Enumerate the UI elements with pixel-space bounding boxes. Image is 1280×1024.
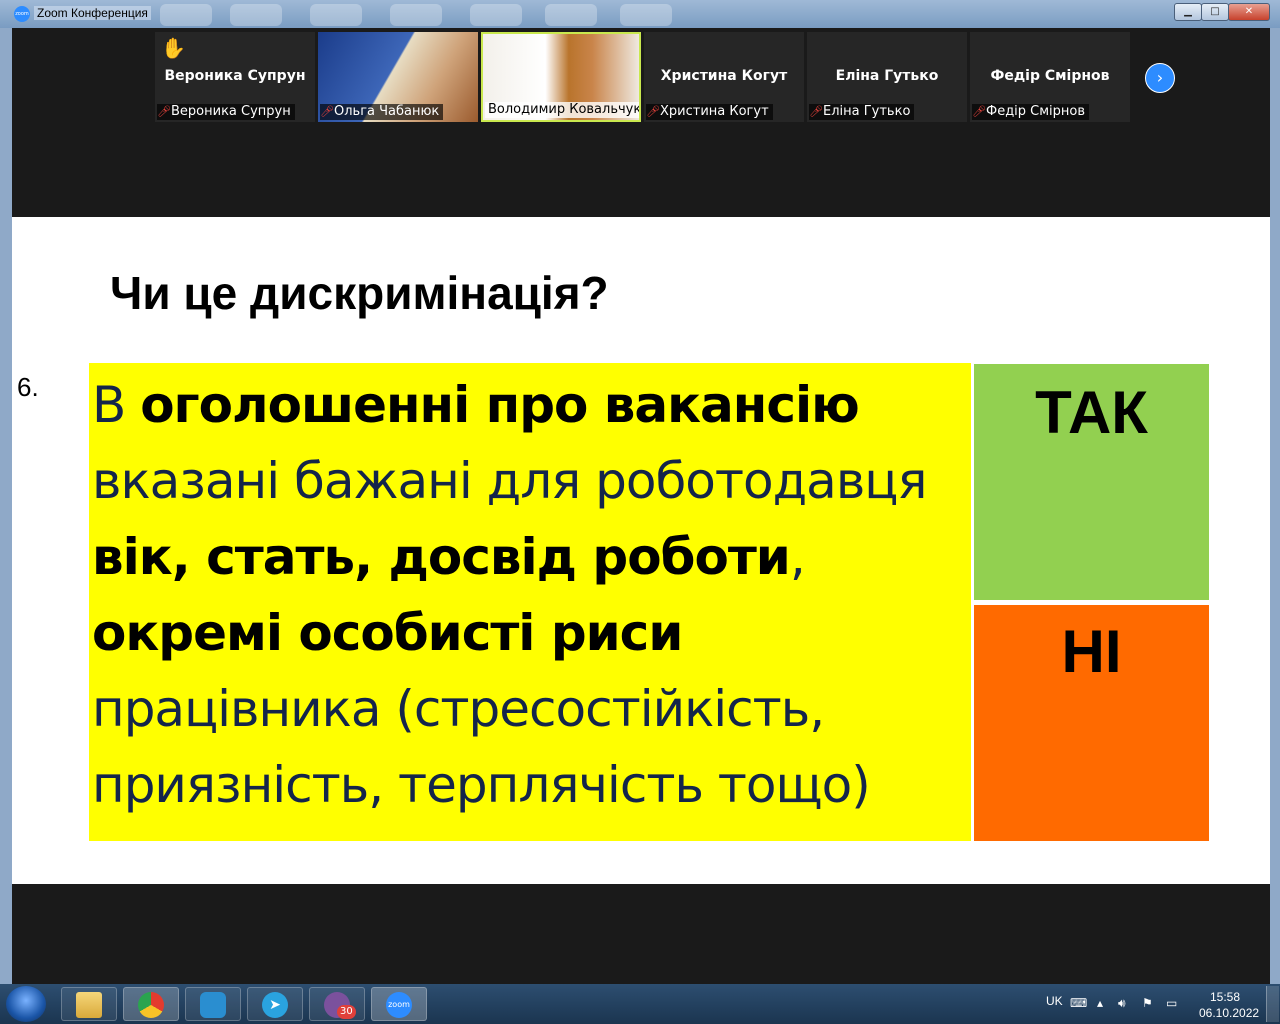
minimize-button[interactable]: ▁ xyxy=(1174,3,1202,21)
statement-line: вік, стать, досвід роботи, xyxy=(92,528,806,586)
close-button[interactable]: ✕ xyxy=(1228,3,1270,21)
maximize-button[interactable]: □ xyxy=(1201,3,1229,21)
muted-mic-icon: 🎤︎ xyxy=(157,105,171,118)
statement-line: В оголошенні про вакансію xyxy=(92,376,860,434)
participant-label: 🎤︎Вероника Супрун xyxy=(157,104,295,120)
keyboard-icon[interactable]: ⌨ xyxy=(1070,996,1087,1010)
desktop-blur xyxy=(545,4,597,26)
taskbar-viber[interactable]: 30 xyxy=(309,987,365,1021)
start-button[interactable] xyxy=(6,986,46,1022)
participant-label: 🎤︎Христина Когут xyxy=(646,104,773,120)
clock-time[interactable]: 15:58 xyxy=(1210,990,1240,1004)
volume-icon[interactable]: 🔊︎ xyxy=(1118,996,1126,1011)
network-icon[interactable]: ▭ xyxy=(1166,996,1177,1010)
raised-hand-icon: ✋ xyxy=(161,36,186,60)
participant-label: 🎤︎Еліна Гутько xyxy=(809,104,915,120)
desktop-blur xyxy=(310,4,362,26)
statement-line: приязність, терплячість тощо) xyxy=(92,756,871,814)
window-title: Zoom Конференция xyxy=(34,6,151,20)
muted-mic-icon: 🎤︎ xyxy=(972,105,986,118)
participant-name: Вероника Супрун xyxy=(164,68,306,84)
desktop-blur xyxy=(390,4,442,26)
desktop-blur xyxy=(160,4,212,26)
taskbar-chrome[interactable] xyxy=(123,987,179,1021)
participant-name: Еліна Гутько xyxy=(835,68,939,84)
show-desktop-button[interactable] xyxy=(1266,986,1279,1022)
slide-title: Чи це дискримінація? xyxy=(110,267,609,319)
participant-tile[interactable]: Христина Когут 🎤︎Христина Когут xyxy=(644,32,804,122)
participant-label: 🎤︎Ольга Чабанюк xyxy=(320,104,444,120)
window-frame-left xyxy=(0,28,12,984)
participant-label: 🎤︎Федір Смірнов xyxy=(972,104,1090,120)
muted-mic-icon: 🎤︎ xyxy=(809,105,823,118)
statement-line: вказані бажані для роботодавця xyxy=(92,452,927,510)
zoom-logo-icon: zoom xyxy=(14,6,30,22)
muted-mic-icon: 🎤︎ xyxy=(320,105,334,118)
viber-badge: 30 xyxy=(337,1005,356,1019)
participant-tile[interactable]: Федір Смірнов 🎤︎Федір Смірнов xyxy=(970,32,1130,122)
chrome-icon xyxy=(138,992,164,1018)
taskbar-explorer[interactable] xyxy=(61,987,117,1021)
participant-label: Володимир Ковальчук xyxy=(485,102,639,118)
taskbar-zoom[interactable]: zoom xyxy=(371,987,427,1021)
participant-name: Федір Смірнов xyxy=(990,68,1110,84)
muted-mic-icon: 🎤︎ xyxy=(646,105,660,118)
answer-yes-box: ТАК xyxy=(974,364,1209,600)
video-app-icon xyxy=(200,992,226,1018)
explorer-icon xyxy=(76,992,102,1018)
chevron-right-icon: › xyxy=(1156,68,1164,87)
action-center-flag-icon[interactable]: ⚑ xyxy=(1142,996,1153,1010)
participant-tile-video[interactable]: 🎤︎Ольга Чабанюк xyxy=(318,32,478,122)
taskbar-video-app[interactable] xyxy=(185,987,241,1021)
desktop-blur xyxy=(470,4,522,26)
window-titlebar[interactable] xyxy=(0,0,1280,28)
desktop-blur xyxy=(230,4,282,26)
statement-line: працівника (стресостійкість, xyxy=(92,680,825,738)
answer-no-label: НІ xyxy=(1061,618,1122,685)
clock-date[interactable]: 06.10.2022 xyxy=(1199,1006,1259,1020)
participant-tile-active-speaker[interactable]: Володимир Ковальчук xyxy=(481,32,641,122)
telegram-icon: ➤ xyxy=(262,992,288,1018)
show-hidden-icons-icon[interactable]: ▴ xyxy=(1097,996,1103,1010)
zoom-icon: zoom xyxy=(386,992,412,1018)
window-frame-right xyxy=(1270,28,1280,984)
participant-tile[interactable]: Еліна Гутько 🎤︎Еліна Гутько xyxy=(807,32,967,122)
answer-no-box: НІ xyxy=(974,605,1209,841)
taskbar-telegram[interactable]: ➤ xyxy=(247,987,303,1021)
next-participants-button[interactable]: › xyxy=(1145,63,1175,93)
answer-yes-label: ТАК xyxy=(1035,379,1148,446)
item-number: 6. xyxy=(17,372,39,402)
participant-name: Христина Когут xyxy=(660,68,788,84)
statement-line: окремі особисті риси xyxy=(92,604,683,662)
language-indicator[interactable]: UK xyxy=(1046,994,1063,1008)
participant-tile[interactable]: ✋ Вероника Супрун 🎤︎Вероника Супрун xyxy=(155,32,315,122)
desktop-blur xyxy=(620,4,672,26)
